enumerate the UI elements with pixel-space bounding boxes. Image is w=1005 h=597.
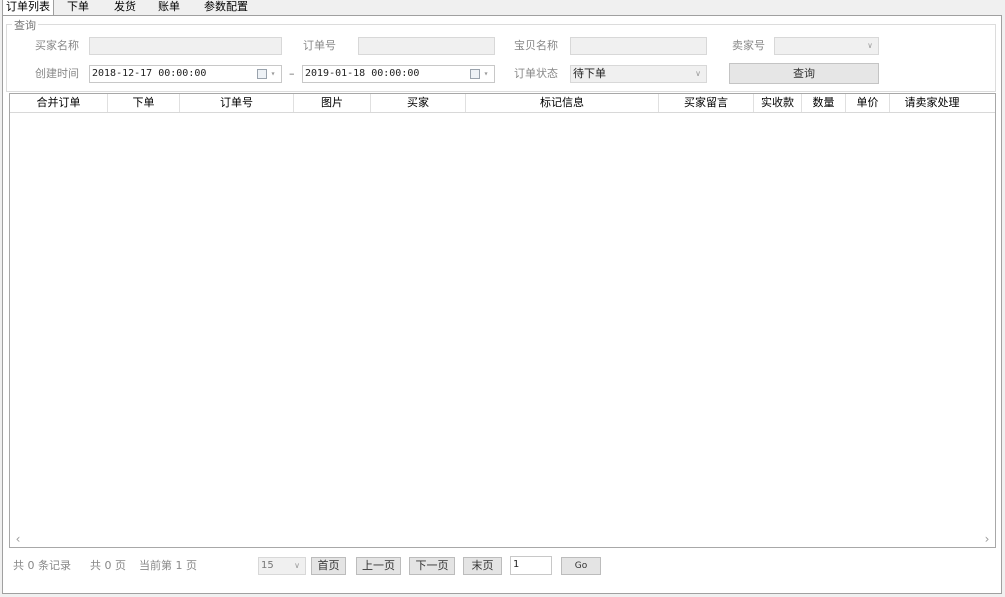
order-no-input[interactable]: [358, 37, 495, 55]
col-order-no[interactable]: 订单号: [180, 94, 294, 112]
scroll-left-icon[interactable]: ‹: [10, 531, 26, 547]
table-header: 合并订单 下单 订单号 图片 买家 标记信息 买家留言 实收款 数量 单价 请卖…: [10, 94, 995, 113]
buyer-name-label: 买家名称: [35, 39, 79, 52]
col-merge-order[interactable]: 合并订单: [10, 94, 108, 112]
chevron-down-icon: ∨: [294, 561, 300, 570]
next-page-button[interactable]: 下一页: [409, 557, 455, 575]
total-pages: 共 0 页: [90, 559, 126, 572]
col-seller-action[interactable]: 请卖家处理: [890, 94, 974, 112]
calendar-icon[interactable]: [257, 69, 267, 79]
col-buyer-message[interactable]: 买家留言: [659, 94, 754, 112]
chevron-down-icon: ∨: [695, 69, 701, 78]
col-received-amount[interactable]: 实收款: [754, 94, 802, 112]
total-records: 共 0 条记录: [13, 559, 71, 572]
col-unit-price[interactable]: 单价: [846, 94, 890, 112]
prev-page-button[interactable]: 上一页: [356, 557, 401, 575]
chevron-down-icon: ∨: [867, 41, 873, 50]
tab-bar: 订单列表 下单 发货 账单 参数配置: [0, 0, 1005, 17]
horizontal-scrollbar[interactable]: ‹ ›: [10, 531, 995, 547]
col-place-order[interactable]: 下单: [108, 94, 180, 112]
order-no-label: 订单号: [303, 39, 336, 52]
chevron-down-icon[interactable]: ▾: [480, 68, 492, 80]
last-page-button[interactable]: 末页: [463, 557, 502, 575]
go-button[interactable]: Go: [561, 557, 601, 575]
scroll-right-icon[interactable]: ›: [979, 531, 995, 547]
date-to-picker[interactable]: 2019-01-18 00:00:00 ▾: [302, 65, 495, 83]
col-quantity[interactable]: 数量: [802, 94, 846, 112]
date-to-value: 2019-01-18 00:00:00: [305, 68, 420, 79]
order-status-label: 订单状态: [514, 67, 558, 80]
date-range-separator: –: [289, 67, 295, 80]
tab-shipping[interactable]: 发货: [111, 0, 139, 15]
col-mark-info[interactable]: 标记信息: [466, 94, 659, 112]
col-buyer[interactable]: 买家: [371, 94, 466, 112]
tab-place-order[interactable]: 下单: [64, 0, 92, 15]
order-status-select[interactable]: 待下单 ∨: [570, 65, 707, 83]
col-image[interactable]: 图片: [294, 94, 371, 112]
tab-bill[interactable]: 账单: [155, 0, 183, 15]
search-button[interactable]: 查询: [729, 63, 879, 84]
tab-settings[interactable]: 参数配置: [201, 0, 251, 15]
buyer-name-input[interactable]: [89, 37, 282, 55]
date-from-value: 2018-12-17 00:00:00: [92, 68, 207, 79]
item-name-label: 宝贝名称: [514, 39, 558, 52]
seller-no-select[interactable]: ∨: [774, 37, 879, 55]
created-time-label: 创建时间: [35, 67, 79, 80]
seller-no-label: 卖家号: [732, 39, 765, 52]
order-status-value: 待下单: [573, 67, 606, 80]
date-from-picker[interactable]: 2018-12-17 00:00:00 ▾: [89, 65, 282, 83]
goto-page-input[interactable]: 1: [510, 556, 552, 575]
page-size-value: 15: [261, 560, 274, 571]
item-name-input[interactable]: [570, 37, 707, 55]
order-table: 合并订单 下单 订单号 图片 买家 标记信息 买家留言 实收款 数量 单价 请卖…: [9, 93, 996, 548]
calendar-icon[interactable]: [470, 69, 480, 79]
query-group-title: 查询: [12, 17, 38, 33]
page-size-select[interactable]: 15 ∨: [258, 557, 306, 575]
first-page-button[interactable]: 首页: [311, 557, 346, 575]
chevron-down-icon[interactable]: ▾: [267, 68, 279, 80]
current-page: 当前第 1 页: [139, 559, 197, 572]
